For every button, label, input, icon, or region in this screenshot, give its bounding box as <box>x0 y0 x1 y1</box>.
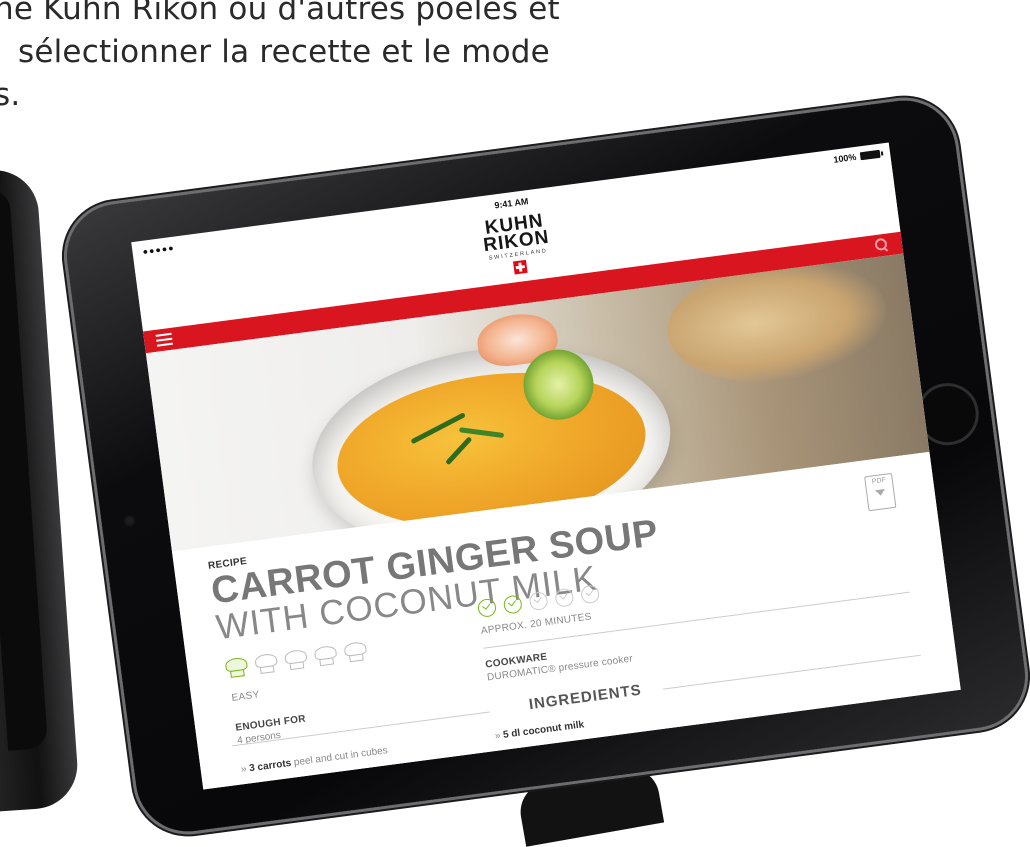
difficulty-rating <box>224 641 368 680</box>
background-text-line: ne Kuhn Rikon ou d'autres poêles et <box>0 0 560 27</box>
swiss-cross-icon <box>512 259 528 275</box>
ingredient-detail: peel and cut in cubes <box>290 745 389 769</box>
menu-icon[interactable] <box>155 332 173 347</box>
timer-icon <box>580 584 601 605</box>
background-paragraph: ne Kuhn Rikon ou d'autres poêles et séle… <box>0 0 560 117</box>
divider <box>663 654 921 690</box>
timer-icon <box>502 594 523 615</box>
background-text-line: sélectionner la recette et le mode <box>18 34 550 70</box>
timer-icon <box>528 591 549 612</box>
battery-icon <box>859 149 881 161</box>
chef-hat-icon <box>224 656 249 680</box>
timer-icon <box>476 597 498 619</box>
chef-hat-icon <box>254 652 278 676</box>
tablet-device: ●●●●● 9:41 AM 100% KUHN RIKON SWITZERLAN… <box>60 94 1030 838</box>
background-text-line: s. <box>0 77 21 113</box>
timer-icon <box>554 587 575 608</box>
pdf-label: PDF <box>871 476 887 486</box>
download-arrow-icon <box>874 488 886 497</box>
chef-hat-icon <box>313 644 338 668</box>
ingredient-name: 5 dl coconut milk <box>502 719 585 741</box>
pdf-download-icon[interactable]: PDF <box>864 472 897 512</box>
search-icon[interactable] <box>874 237 889 253</box>
chef-hat-icon <box>284 648 308 672</box>
ingredient-item: » 5 dl coconut milk <box>494 719 585 742</box>
chef-hat-icon <box>343 641 368 664</box>
ingredient-name: 3 carrots <box>248 757 292 775</box>
tablet-screen: ●●●●● 9:41 AM 100% KUHN RIKON SWITZERLAN… <box>131 142 961 790</box>
ingredients-title: INGREDIENTS <box>527 681 643 714</box>
difficulty-label: EASY <box>230 689 261 704</box>
